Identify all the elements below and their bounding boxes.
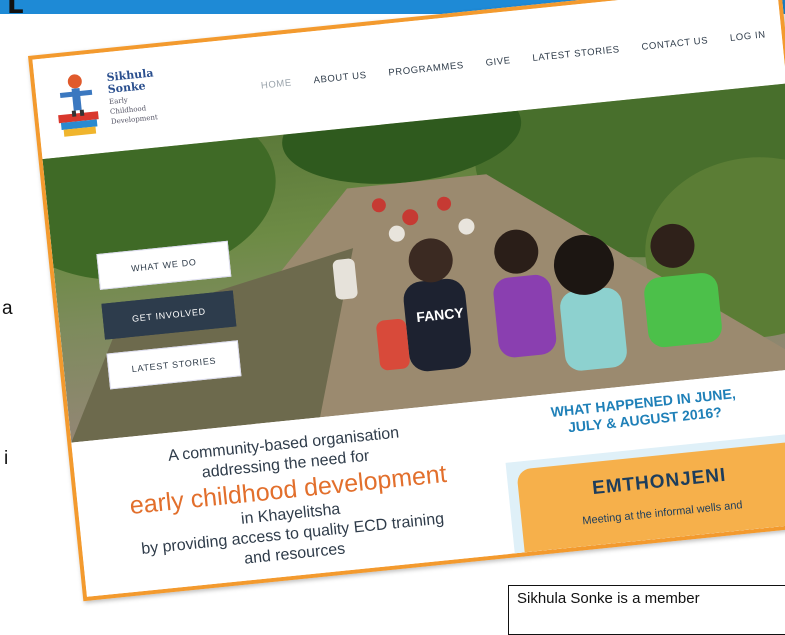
page-heading-fragment: L (7, 0, 24, 20)
what-happened-heading: WHAT HAPPENED IN JUNE, JULY & AUGUST 201… (538, 384, 750, 439)
logo-figure-icon (58, 74, 99, 137)
side-text-fragment: i (4, 448, 9, 469)
nav-latest-stories[interactable]: LATEST STORIES (532, 44, 620, 64)
nav-give[interactable]: GIVE (485, 55, 511, 68)
caption-box: Sikhula Sonke is a member (508, 585, 785, 635)
site-logo[interactable]: Sikhula Sonke Early Childhood Developmen… (48, 58, 175, 150)
nav-contact-us[interactable]: CONTACT US (641, 35, 709, 53)
nav-programmes[interactable]: PROGRAMMES (388, 60, 464, 79)
nav-log-in[interactable]: LOG IN (729, 29, 766, 44)
nav-about-us[interactable]: ABOUT US (313, 70, 367, 86)
mission-statement: A community-based organisation addressin… (118, 419, 459, 582)
nav-home[interactable]: HOME (260, 78, 292, 92)
main-nav: HOME ABOUT US PROGRAMMES GIVE LATEST STO… (260, 29, 766, 91)
side-text-fragment: a (2, 298, 13, 319)
website-screenshot: Sikhula Sonke Early Childhood Developmen… (28, 0, 785, 602)
